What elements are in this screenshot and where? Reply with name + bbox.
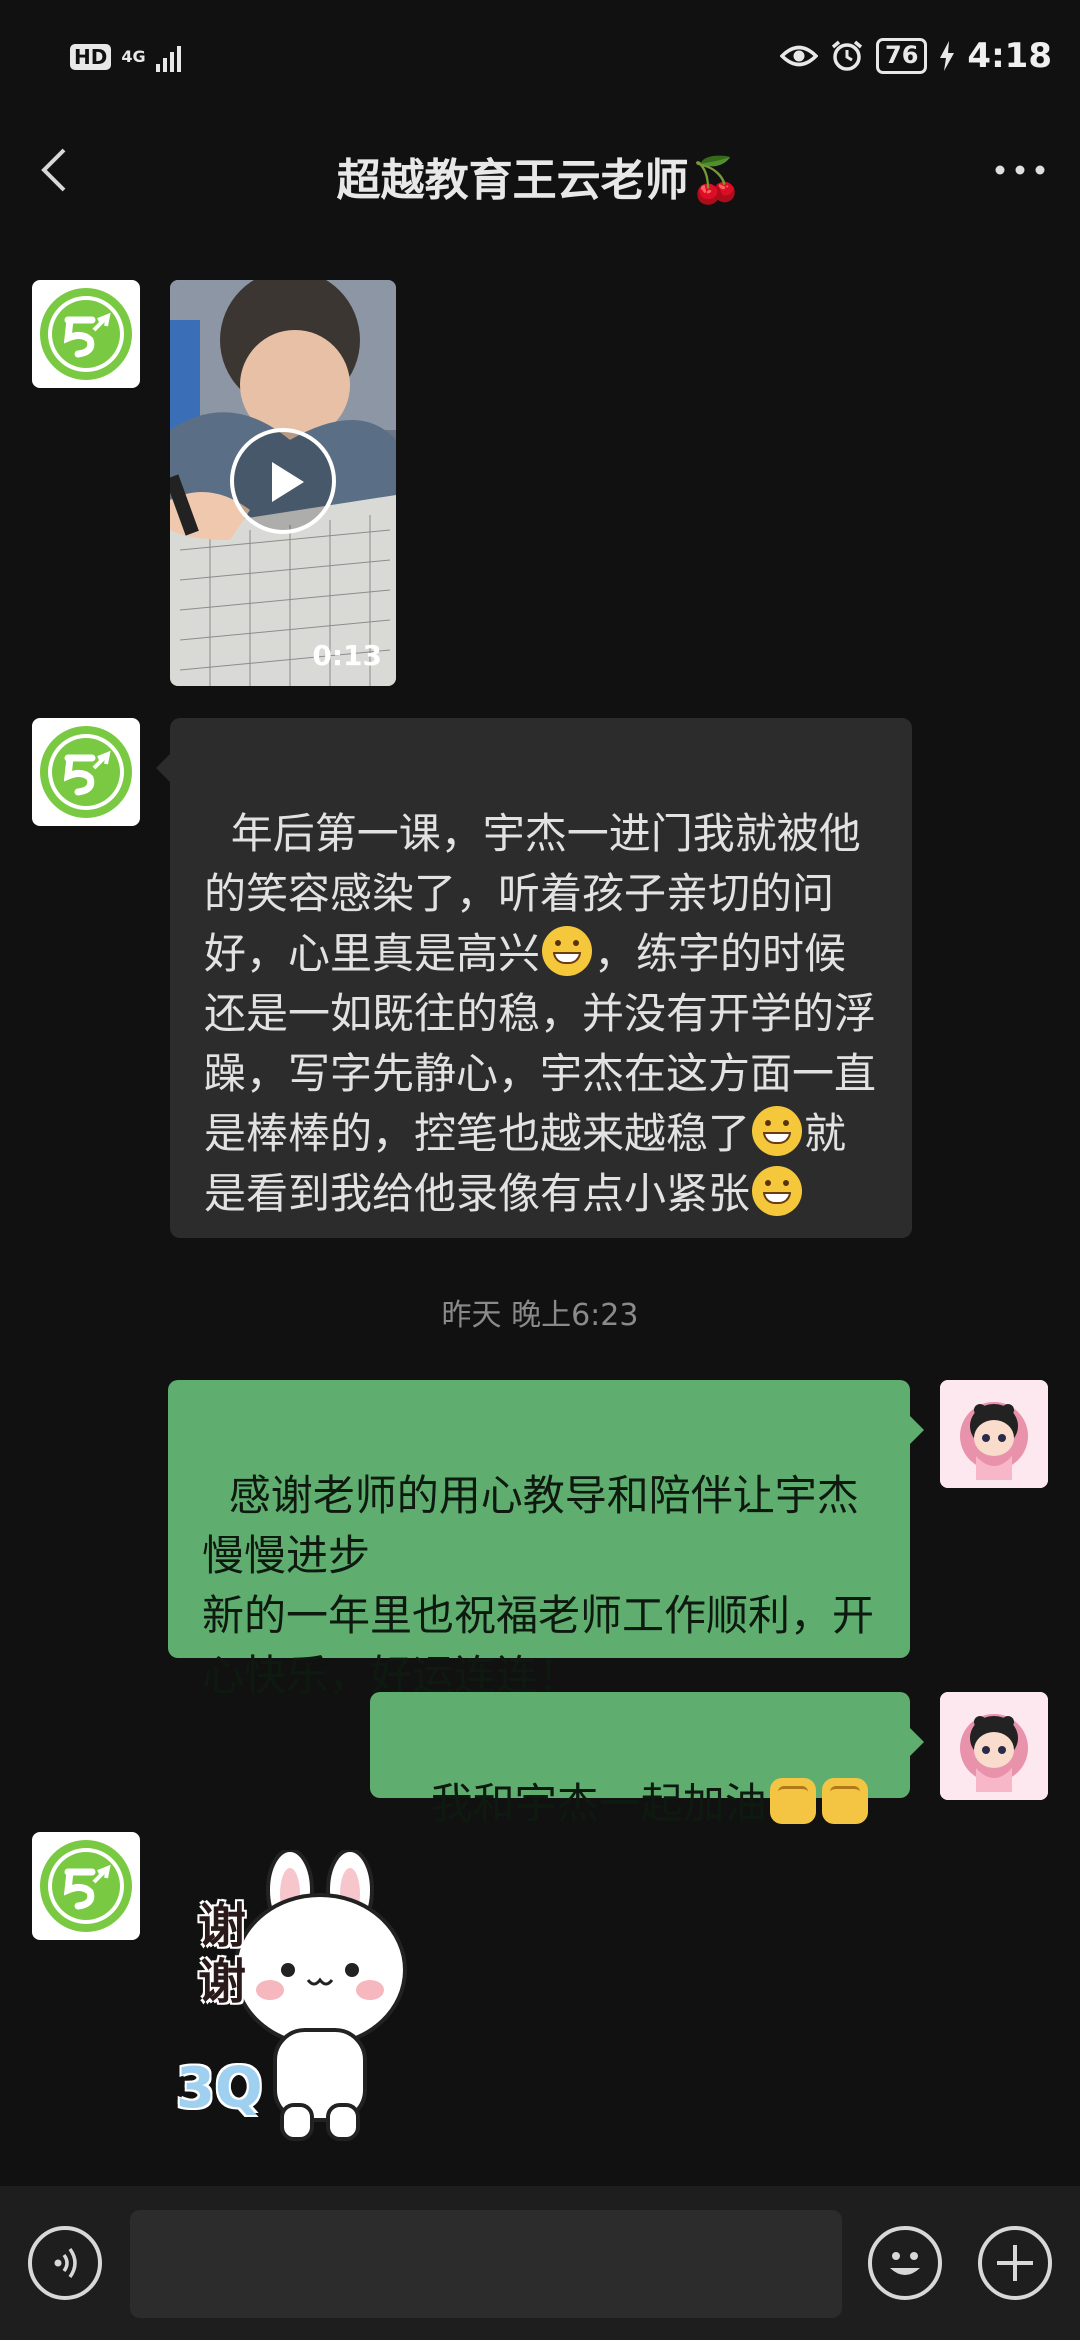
school-logo-icon [40,288,132,380]
teacher-avatar[interactable] [32,718,140,826]
chat-header: 超越教育王云老师🍒 [0,120,1080,220]
message-text: 我和宇杰一起加油 [430,1779,767,1828]
smiley-icon [890,2252,920,2275]
video-duration: 0:13 [312,639,382,672]
play-icon[interactable] [230,428,336,534]
battery-level: 76 [876,38,928,74]
smug-emoji-icon [752,1106,803,1156]
my-avatar[interactable] [940,1692,1048,1800]
message-text: 感谢老师的用心教导和陪伴让宇杰慢慢进步 新的一年里也祝福老师工作顺利，开心快乐，… [202,1471,875,1700]
more-icon [995,165,1045,175]
grin-emoji-icon [542,926,593,976]
status-bar: HD 4G 76 4:18 [0,0,1080,120]
teacher-avatar[interactable] [32,280,140,388]
status-bar-right: 76 4:18 [780,36,1052,76]
voice-icon [54,2247,77,2279]
chat-title: 超越教育王云老师🍒 [336,155,744,206]
more-button[interactable] [990,140,1050,200]
teacher-message-bubble[interactable]: 年后第一课，宇杰一进门我就被他的笑容感染了，听着孩子亲切的问好，心里真是高兴 ，练… [156,718,912,1238]
cartoon-girl-icon [940,1692,1048,1800]
charging-icon [940,41,955,71]
cartoon-girl-icon [940,1380,1048,1488]
message-timestamp: 昨天 晚上6:23 [441,1298,639,1333]
input-bar [0,2186,1080,2340]
sticker-text: 3Q [176,2056,263,2121]
school-logo-icon [40,726,132,818]
status-bar-left: HD 4G [70,42,181,72]
fist-emoji-icon [769,1778,816,1824]
plus-icon [997,2245,1033,2281]
network-type: 4G [121,47,146,66]
teacher-avatar[interactable] [32,1832,140,1940]
alarm-icon [831,40,863,71]
clock: 4:18 [967,36,1052,76]
fist-emoji-icon [821,1778,868,1824]
parent-message-bubble[interactable]: 感谢老师的用心教导和陪伴让宇杰慢慢进步 新的一年里也祝福老师工作顺利，开心快乐，… [168,1380,924,1700]
sticker-text: 谢 [198,1954,247,2010]
my-avatar[interactable] [940,1380,1048,1488]
video-message[interactable]: 0:13 [170,280,396,686]
message-input[interactable] [130,2210,842,2318]
school-logo-icon [40,1840,132,1932]
big-grin-emoji-icon [752,1166,803,1216]
voice-button[interactable] [28,2226,102,2300]
parent-message-bubble[interactable]: 我和宇杰一起加油 [370,1692,924,1828]
more-actions-button[interactable] [978,2226,1052,2300]
emoji-button[interactable] [868,2226,942,2300]
eye-icon [780,45,819,67]
hd-badge: HD [70,44,112,70]
signal-icon [155,42,181,72]
bunny-sticker[interactable]: 谢 谢 3Q [170,1850,460,2150]
